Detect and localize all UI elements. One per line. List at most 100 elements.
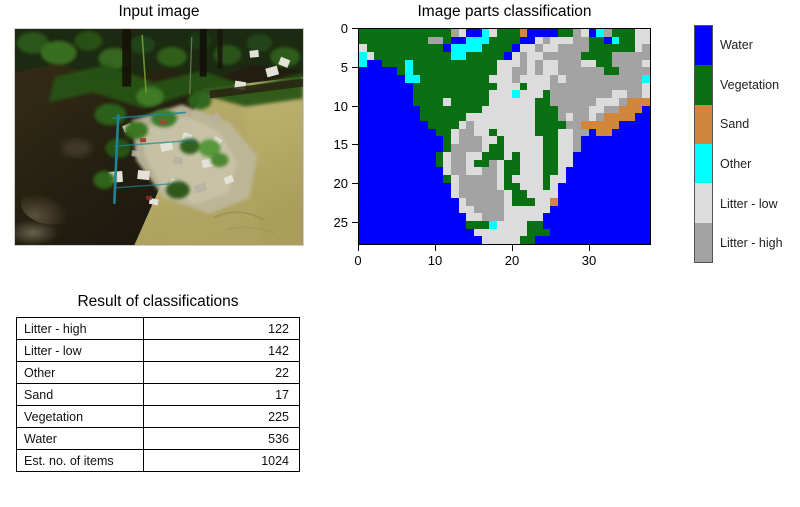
classification-cell (611, 167, 620, 175)
classification-cell (619, 136, 628, 145)
classification-cell (604, 59, 612, 68)
legend-label-water: Water (720, 37, 753, 52)
classification-cell (366, 36, 375, 45)
classification-cell (496, 82, 505, 91)
classification-cell (565, 52, 574, 60)
classification-cell (473, 220, 482, 229)
classification-cell (489, 36, 497, 45)
classification-cell (573, 220, 582, 229)
classification-cell (642, 190, 650, 198)
classification-cell (389, 228, 398, 237)
classification-cell (573, 205, 582, 214)
classification-cell (627, 159, 635, 168)
classification-cell (412, 167, 421, 175)
classification-cell (535, 121, 543, 129)
classification-cell (596, 128, 605, 137)
classification-cell (619, 44, 628, 53)
classification-cell (619, 67, 628, 76)
classification-cell (611, 159, 620, 168)
classification-cell (489, 113, 497, 122)
input-image (14, 28, 304, 246)
classification-cell (519, 98, 528, 106)
classification-cell (374, 182, 382, 191)
classification-cell (581, 236, 589, 244)
classification-cell (427, 59, 436, 68)
classification-cell (366, 151, 375, 160)
classification-cell (519, 52, 528, 60)
classification-cell (443, 136, 451, 145)
classification-cell (458, 167, 467, 175)
classification-cell (389, 113, 398, 122)
classification-cell (565, 205, 574, 214)
classification-cell (481, 220, 490, 229)
classification-cell (496, 105, 505, 114)
classification-cell (558, 36, 566, 45)
classification-cell (481, 144, 490, 152)
classification-cell (519, 220, 528, 229)
classification-cell (397, 121, 405, 129)
y-tick-label-5: 5 (340, 59, 348, 75)
classification-cell (512, 90, 520, 99)
classification-cell (481, 67, 490, 76)
classification-cell (427, 52, 436, 60)
classification-cell (642, 98, 650, 106)
classification-cell (366, 52, 375, 60)
classification-cell (504, 220, 513, 229)
classification-cell (535, 75, 543, 83)
classification-cell (420, 113, 428, 122)
classification-cell (558, 182, 566, 191)
classification-cell (588, 98, 597, 106)
classification-cell (412, 59, 421, 68)
classification-cell (397, 29, 405, 37)
classification-cell (642, 228, 650, 237)
classification-cell (389, 136, 398, 145)
classification-cell (519, 182, 528, 191)
classification-cell (634, 29, 643, 37)
classification-cell (466, 213, 474, 221)
classification-cell (596, 105, 605, 114)
classification-cell (535, 144, 543, 152)
classification-cell (581, 228, 589, 237)
classification-cell (573, 167, 582, 175)
classification-cell (466, 128, 474, 137)
classification-cell (535, 59, 543, 68)
classification-cell (412, 236, 421, 244)
classification-cell (481, 113, 490, 122)
classification-cell (581, 44, 589, 53)
classification-cell (542, 59, 551, 68)
classification-cell (558, 167, 566, 175)
classification-cell (458, 90, 467, 99)
classification-cell (404, 29, 413, 37)
classification-cell (443, 121, 451, 129)
classification-cell (381, 82, 390, 91)
table-row: Water 536 (15, 427, 300, 450)
classification-cell (565, 220, 574, 229)
classification-cell (512, 144, 520, 152)
classification-cell (427, 67, 436, 76)
classification-grid (359, 29, 650, 244)
classification-cell (481, 159, 490, 168)
classification-cell (512, 67, 520, 76)
classification-cell (381, 36, 390, 45)
classification-cell (366, 82, 375, 91)
classification-cell (496, 90, 505, 99)
classification-cell (359, 167, 367, 175)
classification-cell (473, 205, 482, 214)
classification-cell (466, 190, 474, 198)
classification-cell (550, 105, 559, 114)
classification-cell (489, 90, 497, 99)
classification-cell (389, 159, 398, 168)
classification-cell (412, 205, 421, 214)
classification-cell (489, 98, 497, 106)
classification-cell (374, 174, 382, 183)
classification-map (358, 28, 651, 245)
classification-cell (420, 59, 428, 68)
classification-cell (404, 144, 413, 152)
classification-cell (374, 67, 382, 76)
classification-cell (397, 105, 405, 114)
classification-cell (519, 151, 528, 160)
classification-cell (504, 167, 513, 175)
classification-cell (565, 105, 574, 114)
classification-cell (481, 228, 490, 237)
classification-cell (634, 52, 643, 60)
